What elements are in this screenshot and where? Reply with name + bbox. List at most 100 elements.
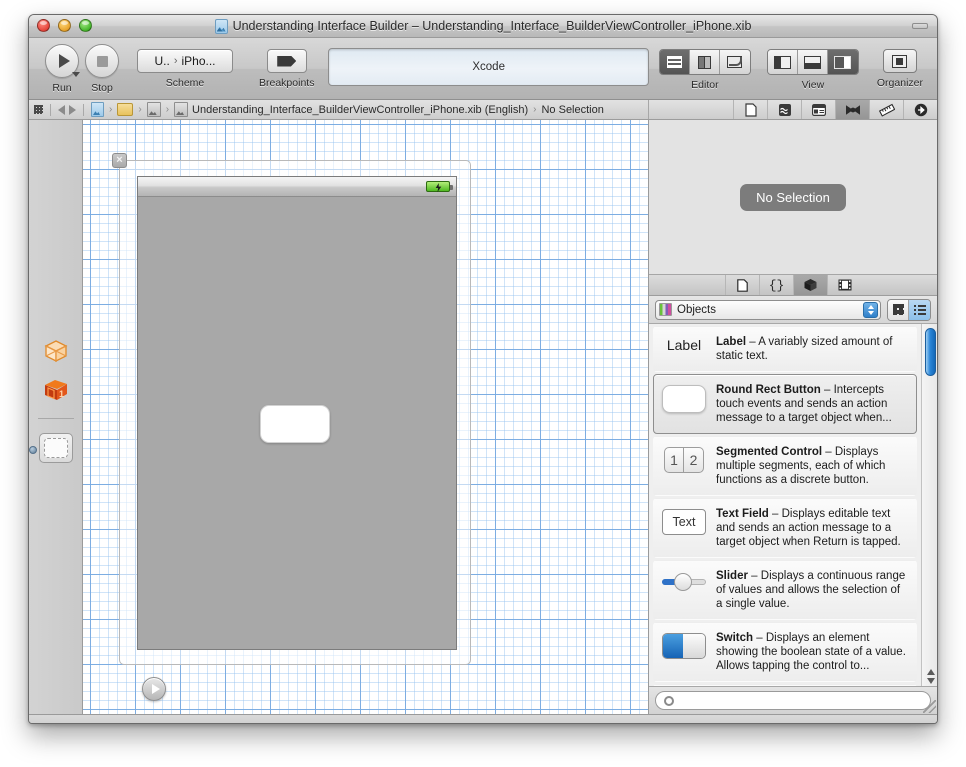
library-item-round-rect-button[interactable]: Round Rect Button – Intercepts touch eve…	[653, 374, 917, 434]
attributes-inspector-button[interactable]	[835, 100, 869, 119]
library-item-switch[interactable]: Switch – Displays an element showing the…	[653, 622, 917, 682]
organizer-button[interactable]	[882, 49, 917, 73]
toggle-debug-area-button[interactable]	[797, 50, 828, 74]
close-icon[interactable]: ×	[112, 153, 127, 168]
right-pane-icon	[834, 55, 852, 69]
view-label: View	[801, 79, 825, 91]
iphone-view[interactable]	[137, 176, 457, 650]
view-group: View	[766, 44, 859, 91]
editor-segmented-control[interactable]	[658, 49, 751, 75]
view-placeholder-item[interactable]	[29, 433, 73, 463]
object-library-button[interactable]	[793, 275, 827, 295]
segmented-shape: 12	[664, 447, 704, 473]
standard-editor-button[interactable]	[659, 50, 690, 74]
connection-dot-icon[interactable]	[29, 446, 37, 454]
close-button[interactable]	[37, 19, 50, 32]
label-thumb: Label	[661, 335, 707, 353]
toggle-utilities-button[interactable]	[827, 50, 858, 74]
interface-builder-canvas[interactable]: ×	[83, 120, 648, 714]
status-text: Xcode	[472, 61, 505, 73]
file-crumb-label[interactable]: Understanding_Interface_BuilderViewContr…	[192, 104, 528, 116]
files-owner-item[interactable]	[41, 338, 71, 366]
minimize-button[interactable]	[58, 19, 71, 32]
run-stop-group: Run Stop	[45, 44, 119, 94]
scrollbar-arrows[interactable]	[925, 669, 936, 684]
xib-document-icon	[214, 18, 228, 34]
forward-arrow-icon[interactable]	[69, 104, 76, 115]
library-item-title: Text Field	[716, 508, 769, 520]
library-item-segmented-control[interactable]: 12 Segmented Control – Displays multiple…	[653, 436, 917, 496]
window-controls	[37, 19, 92, 32]
selection-crumb-label[interactable]: No Selection	[541, 104, 603, 116]
round-rect-shape	[662, 385, 706, 413]
dash: –	[746, 336, 759, 348]
gray-file-icon[interactable]	[146, 102, 161, 117]
library-scrollbar[interactable]	[921, 324, 937, 686]
no-selection-label: No Selection	[740, 183, 846, 211]
editor-group: Editor	[658, 44, 751, 91]
object-library-list[interactable]: Label Label – A variably sized amount of…	[649, 324, 937, 686]
list-view-toggle[interactable]	[909, 299, 930, 320]
inspector-pane: No Selection	[649, 120, 937, 275]
size-inspector-button[interactable]	[869, 100, 903, 119]
canvas-play-button[interactable]	[142, 677, 166, 701]
library-item-description: Segmented Control – Displays multiple se…	[716, 445, 908, 487]
resize-handle[interactable]	[923, 700, 936, 713]
library-item-slider[interactable]: Slider – Displays a continuous range of …	[653, 560, 917, 620]
quick-help-inspector-button[interactable]	[767, 100, 801, 119]
library-item-label[interactable]: Label Label – A variably sized amount of…	[653, 326, 917, 372]
identity-inspector-button[interactable]	[801, 100, 835, 119]
library-item-title: Slider	[716, 570, 748, 582]
toolbar-toggle-button[interactable]	[912, 23, 928, 29]
window-titlebar: Understanding Interface Builder – Unders…	[29, 15, 937, 38]
stop-button[interactable]	[85, 44, 119, 78]
dash: –	[822, 446, 835, 458]
library-item-description: Round Rect Button – Intercepts touch eve…	[716, 383, 908, 425]
xib-view-frame[interactable]: ×	[112, 153, 471, 665]
window-title-text: Understanding Interface Builder – Unders…	[232, 19, 752, 33]
assistant-editor-button[interactable]	[689, 50, 720, 74]
screenshot-root: Understanding Interface Builder – Unders…	[0, 0, 966, 767]
round-rect-button-thumb	[661, 383, 707, 413]
zoom-button[interactable]	[79, 19, 92, 32]
toggle-navigator-button[interactable]	[767, 50, 798, 74]
segment-1: 1	[665, 448, 684, 472]
dash: –	[768, 508, 782, 520]
xib-project-icon[interactable]	[91, 102, 104, 117]
grid-view-toggle[interactable]	[888, 299, 909, 320]
xib-file-icon[interactable]	[174, 102, 189, 117]
first-responder-item[interactable]: 1	[41, 376, 71, 404]
scroll-up-icon[interactable]	[926, 669, 935, 675]
version-editor-button[interactable]	[719, 50, 750, 74]
view-placeholder-icon	[43, 438, 68, 458]
jump-bar: › › › Understanding_Interface_BuilderVie…	[29, 100, 937, 120]
library-view-toggle[interactable]	[887, 298, 931, 321]
scheme-selector[interactable]: U.. › iPho...	[137, 49, 233, 73]
round-rect-button-instance[interactable]	[260, 405, 330, 443]
connections-inspector-button[interactable]	[903, 100, 937, 119]
scheme-group: U.. › iPho... Scheme	[137, 44, 233, 89]
run-button[interactable]	[45, 44, 80, 78]
scrollbar-thumb[interactable]	[925, 328, 936, 376]
text-field-shape: Text	[662, 509, 706, 535]
view-segmented-control[interactable]	[766, 49, 859, 75]
breakpoints-button[interactable]	[266, 49, 307, 73]
breakpoint-icon	[277, 55, 297, 67]
folder-icon[interactable]	[117, 103, 134, 116]
scroll-down-icon[interactable]	[926, 678, 935, 684]
library-search-field[interactable]	[655, 691, 931, 710]
svg-text:1: 1	[59, 389, 64, 399]
file-inspector-button[interactable]	[733, 100, 767, 119]
file-template-library-button[interactable]	[725, 275, 759, 295]
organizer-label: Organizer	[876, 77, 923, 89]
code-snippet-library-button[interactable]: {}	[759, 275, 793, 295]
related-items-icon[interactable]	[34, 105, 43, 114]
library-category-popup[interactable]: Objects	[655, 299, 881, 320]
list-icon	[913, 304, 926, 315]
chevron-2: ›	[138, 104, 142, 115]
utilities-pane: No Selection {} Objects Label Label – A …	[648, 120, 937, 714]
library-item-text-field[interactable]: Text Text Field – Displays editable text…	[653, 498, 917, 558]
wireframe-cube-icon	[44, 340, 67, 363]
back-arrow-icon[interactable]	[58, 104, 65, 115]
media-library-button[interactable]	[827, 275, 861, 295]
